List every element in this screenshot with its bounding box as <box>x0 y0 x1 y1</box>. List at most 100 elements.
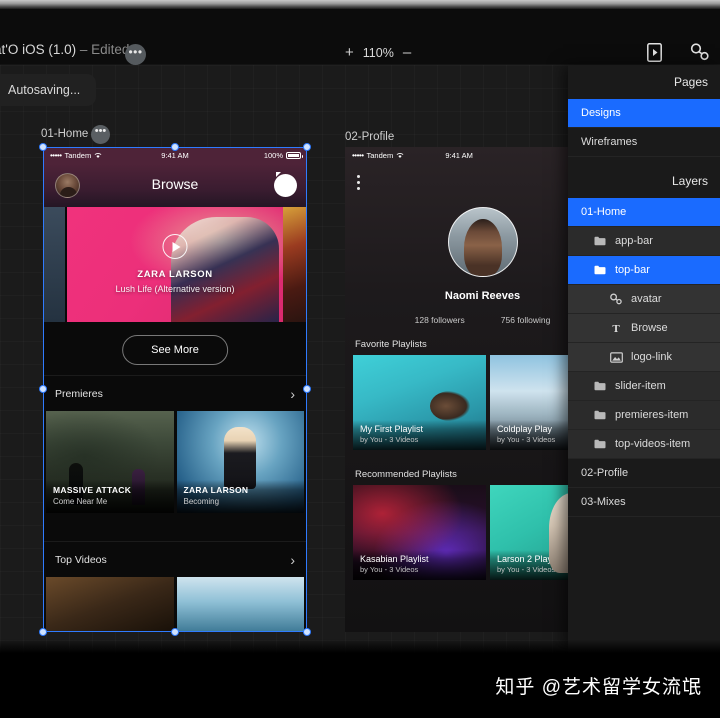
slider-peek-right[interactable] <box>281 207 307 322</box>
card-subtitle: Becoming <box>183 497 220 506</box>
card-title: ZARA LARSON <box>183 485 249 495</box>
chevron-right-icon[interactable]: › <box>290 387 295 401</box>
sketch-app-window: at'O iOS (1.0) – Edited ••• + 110% – Aut… <box>0 0 720 718</box>
layer-item-app-bar[interactable]: app-bar <box>568 227 720 256</box>
layer-item-02-profile[interactable]: 02-Profile <box>568 459 720 488</box>
ellipsis-icon: ••• <box>128 44 143 59</box>
ellipsis-icon: ••• <box>94 125 107 137</box>
page-item-wireframes[interactable]: Wireframes <box>568 128 720 157</box>
document-name: at'O iOS (1.0) <box>0 42 77 57</box>
layer-label: 02-Profile <box>581 467 629 479</box>
app-toolbar: at'O iOS (1.0) – Edited ••• + 110% – <box>0 9 720 65</box>
play-icon[interactable] <box>162 234 188 259</box>
selection-handle-bc[interactable] <box>171 628 179 636</box>
zoom-controls: + 110% – <box>345 45 411 60</box>
section-title-recommended-playlists: Recommended Playlists <box>355 469 457 480</box>
layer-item-logo-link[interactable]: logo-link <box>568 343 720 372</box>
slider-item-active[interactable]: ZARA LARSON Lush Life (Alternative versi… <box>67 207 283 322</box>
selection-handle-ml[interactable] <box>39 385 47 393</box>
footer-watermark-bar: 知乎 @艺术留学女流氓 <box>0 653 720 718</box>
symbol-link-icon[interactable] <box>688 40 712 64</box>
text-icon: T <box>608 323 624 334</box>
artboard-01-home[interactable]: ••••• Tandem 9:41 AM 100% Browse ZARA LA… <box>43 147 307 632</box>
layer-item-top-videos-item[interactable]: top-videos-item <box>568 430 720 459</box>
layer-item-top-bar[interactable]: top-bar <box>568 256 720 285</box>
svg-text:T: T <box>612 323 620 334</box>
section-header-premieres[interactable]: Premieres › <box>43 375 307 411</box>
status-right: 100% <box>263 151 303 160</box>
battery-percent-label: 100% <box>263 151 283 160</box>
card-meta: MASSIVE ATTACK Come Near Me <box>46 480 174 513</box>
artboard-name: 02-Profile <box>345 131 395 143</box>
artboard-label-01-home[interactable]: 01-Home <box>41 128 88 140</box>
followers-count: 128 followers <box>414 315 465 325</box>
layer-label: Browse <box>631 322 668 334</box>
slider-peek-left[interactable] <box>43 207 65 322</box>
title-separator: – <box>79 42 88 57</box>
artboard-label-02-profile[interactable]: 02-Profile <box>345 131 394 143</box>
selection-handle-br[interactable] <box>303 628 311 636</box>
battery-icon <box>286 152 303 159</box>
card-meta: Kasabian Playlist by You - 3 Videos <box>353 550 486 580</box>
layer-label: top-videos-item <box>615 438 691 450</box>
document-options-button[interactable]: ••• <box>125 44 146 65</box>
layers-header-label: Layers <box>671 174 708 188</box>
premieres-card-row[interactable]: MASSIVE ATTACK Come Near Me ZARA LARSON … <box>43 411 307 513</box>
see-more-button[interactable]: See More <box>122 335 228 365</box>
inspector-panel[interactable]: Pages Designs Wireframes Layers 01-Home … <box>568 65 720 653</box>
browse-title: Browse <box>151 176 199 192</box>
layer-item-browse[interactable]: T Browse <box>568 314 720 343</box>
overflow-menu-icon[interactable] <box>357 175 360 190</box>
layer-label: app-bar <box>615 235 653 247</box>
preview-play-icon[interactable] <box>642 40 666 64</box>
playlist-card[interactable]: My First Playlist by You - 3 Videos <box>353 355 486 450</box>
selection-handle-tr[interactable] <box>303 143 311 151</box>
zoom-out-button[interactable]: – <box>403 45 411 60</box>
premieres-card[interactable]: MASSIVE ATTACK Come Near Me <box>46 411 174 513</box>
card-title: MASSIVE ATTACK <box>53 485 132 495</box>
layer-item-01-home[interactable]: 01-Home <box>568 198 720 227</box>
layers-header: Layers <box>568 164 720 198</box>
autosave-status-pill: Autosaving... <box>0 74 97 106</box>
panel-divider <box>568 157 720 164</box>
top-video-card[interactable] <box>176 577 304 632</box>
watermark-text: 知乎 @艺术留学女流氓 <box>495 677 702 698</box>
premieres-card[interactable]: ZARA LARSON Becoming <box>176 411 304 513</box>
document-title: at'O iOS (1.0) – Edited <box>0 42 129 57</box>
folder-icon <box>592 439 608 449</box>
page-item-designs[interactable]: Designs <box>568 99 720 128</box>
record-button[interactable] <box>274 174 297 197</box>
home-top-bar: Browse <box>43 164 307 207</box>
top-videos-card-row[interactable] <box>43 577 307 632</box>
layer-item-slider-item[interactable]: slider-item <box>568 372 720 401</box>
zoom-level-label[interactable]: 110% <box>363 46 394 60</box>
layer-label: 03-Mixes <box>581 496 626 508</box>
chevron-right-icon[interactable]: › <box>290 553 295 567</box>
section-title: Premieres <box>55 387 103 400</box>
selection-handle-tc[interactable] <box>171 143 179 151</box>
autosave-status-label: Autosaving... <box>8 83 81 97</box>
canvas-bottom-fade <box>0 639 720 653</box>
layer-label: top-bar <box>615 264 650 276</box>
layer-item-avatar[interactable]: avatar <box>568 285 720 314</box>
featured-slider[interactable]: ZARA LARSON Lush Life (Alternative versi… <box>43 207 307 322</box>
top-video-card[interactable] <box>46 577 174 632</box>
card-meta: My First Playlist by You - 3 Videos <box>353 420 486 450</box>
zoom-in-button[interactable]: + <box>345 45 354 60</box>
layer-item-premieres-item[interactable]: premieres-item <box>568 401 720 430</box>
pages-header: Pages <box>568 65 720 99</box>
profile-avatar[interactable] <box>447 207 518 277</box>
section-header-top-videos[interactable]: Top Videos › <box>43 541 307 577</box>
image-icon <box>608 351 624 363</box>
playlist-subtitle: by You - 3 Videos <box>360 565 419 574</box>
selection-handle-tl[interactable] <box>39 143 47 151</box>
playlist-subtitle: by You - 3 Videos <box>360 435 419 444</box>
following-count: 756 following <box>500 315 551 325</box>
artboard-options-button[interactable]: ••• <box>91 125 110 144</box>
layer-item-03-mixes[interactable]: 03-Mixes <box>568 488 720 517</box>
playlist-card[interactable]: Kasabian Playlist by You - 3 Videos <box>353 485 486 580</box>
card-subtitle: Come Near Me <box>53 497 108 506</box>
selection-handle-bl[interactable] <box>39 628 47 636</box>
window-title-bar-edge <box>0 0 720 9</box>
selection-handle-mr[interactable] <box>303 385 311 393</box>
